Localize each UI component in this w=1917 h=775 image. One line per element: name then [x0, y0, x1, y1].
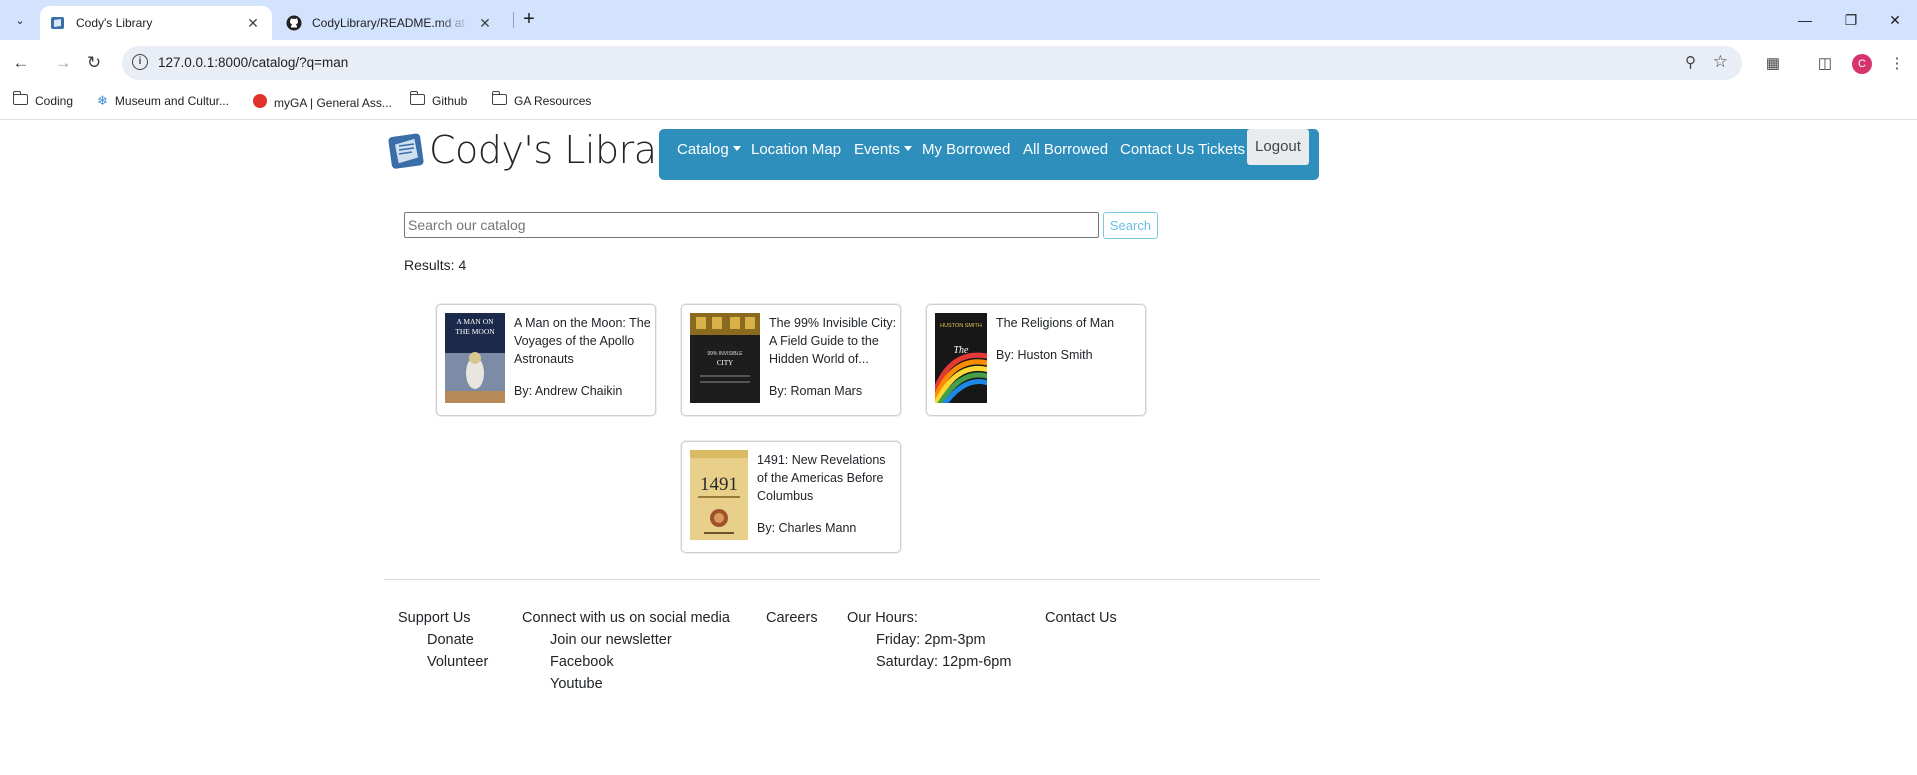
side-panel-icon[interactable]: ◫ — [1814, 52, 1836, 74]
tab-separator — [513, 12, 514, 28]
tab-search-chevron-icon[interactable]: ⌄ — [8, 9, 32, 31]
reload-icon[interactable]: ↻ — [83, 52, 105, 74]
extensions-puzzle-icon[interactable]: ▦ — [1762, 52, 1784, 74]
nav-catalog-dropdown[interactable]: Catalog — [677, 141, 741, 158]
tab-codys-library[interactable]: Cody's Library ✕ — [40, 6, 272, 40]
book-cover-image: 99% INVISIBLE CITY — [690, 313, 760, 403]
back-arrow-icon[interactable]: ← — [10, 52, 32, 74]
bookmark-label: Coding — [35, 94, 74, 108]
book-title[interactable]: A Man on the Moon: The Voyages of the Ap… — [514, 314, 652, 368]
logout-button[interactable]: Logout — [1247, 129, 1309, 165]
book-author: By: Huston Smith — [996, 348, 1093, 362]
book-cover-image: A MAN ON THE MOON — [445, 313, 505, 403]
close-tab-icon[interactable]: ✕ — [244, 14, 262, 32]
tab-title: Cody's Library — [76, 16, 153, 30]
folder-icon — [409, 91, 425, 108]
close-tab-icon[interactable]: ✕ — [476, 14, 494, 32]
bookmark-label: GA Resources — [514, 94, 592, 108]
bookmark-ga-resources[interactable]: GA Resources — [491, 91, 592, 108]
snowflake-icon: ❄ — [97, 93, 108, 108]
nav-contact-us-tickets[interactable]: Contact Us Tickets — [1120, 141, 1245, 158]
library-logo-icon[interactable] — [387, 131, 427, 171]
svg-text:HUSTON SMITH: HUSTON SMITH — [940, 323, 982, 329]
site-title[interactable]: Cody's Library — [429, 128, 694, 172]
github-icon — [286, 15, 302, 31]
search-button[interactable]: Search — [1103, 212, 1158, 239]
bookmark-myga[interactable]: myGA | General Ass... — [253, 94, 392, 111]
book-author: By: Roman Mars — [769, 384, 863, 398]
bookmark-star-icon[interactable]: ☆ — [1713, 52, 1728, 72]
site-info-icon[interactable]: i — [132, 54, 148, 70]
browser-tabstrip: ⌄ Cody's Library ✕ CodyLibrary/README.md… — [0, 0, 1917, 40]
svg-text:THE MOON: THE MOON — [455, 327, 495, 336]
book-author: By: Andrew Chaikin — [514, 384, 623, 398]
new-tab-plus-icon[interactable]: + — [518, 9, 540, 31]
svg-text:CITY: CITY — [717, 359, 733, 367]
book-author: By: Charles Mann — [757, 521, 857, 535]
footer-hours-friday: Friday: 2pm-3pm — [876, 632, 986, 648]
library-favicon-icon — [51, 17, 64, 29]
book-card[interactable]: A MAN ON THE MOON A Man on the Moon: The… — [436, 304, 656, 416]
zoom-icon[interactable]: ⚲ — [1685, 53, 1696, 71]
bookmark-label: myGA | General Ass... — [274, 95, 392, 110]
footer-volunteer-link[interactable]: Volunteer — [427, 654, 488, 670]
address-url[interactable]: 127.0.0.1:8000/catalog/?q=man — [158, 55, 348, 70]
bookmark-coding[interactable]: Coding — [12, 91, 74, 108]
footer-support-heading[interactable]: Support Us — [398, 610, 471, 626]
footer-facebook-link[interactable]: Facebook — [550, 654, 614, 670]
bookmark-github[interactable]: Github — [409, 91, 468, 108]
book-cover-image: 1491 — [690, 450, 748, 540]
bookmark-label: Museum and Cultur... — [114, 94, 229, 108]
results-count: Results: 4 — [404, 257, 467, 273]
svg-text:99% INVISIBLE: 99% INVISIBLE — [707, 351, 743, 357]
bookmark-museum[interactable]: ❄ Museum and Cultur... — [97, 93, 229, 109]
book-title[interactable]: The Religions of Man — [996, 314, 1142, 332]
nav-all-borrowed[interactable]: All Borrowed — [1023, 141, 1108, 158]
catalog-search-input[interactable] — [404, 212, 1099, 238]
svg-text:A MAN ON: A MAN ON — [456, 317, 494, 326]
minimize-icon[interactable]: — — [1782, 8, 1828, 32]
menu-kebab-icon[interactable]: ⋮ — [1886, 52, 1908, 74]
footer-divider — [384, 579, 1320, 580]
footer-social-heading: Connect with us on social media — [522, 610, 730, 626]
footer-donate-link[interactable]: Donate — [427, 632, 474, 648]
restore-icon[interactable]: ❐ — [1828, 8, 1874, 32]
tab-github-readme[interactable]: CodyLibrary/README.md at main ✕ — [276, 6, 504, 40]
folder-icon — [12, 91, 28, 108]
book-card[interactable]: 99% INVISIBLE CITY The 99% Invisible Cit… — [681, 304, 901, 416]
browser-toolbar: ← → ↻ i 127.0.0.1:8000/catalog/?q=man ⚲ … — [0, 40, 1917, 86]
tab-title: CodyLibrary/README.md at main — [312, 16, 470, 30]
footer-youtube-link[interactable]: Youtube — [550, 676, 603, 692]
folder-icon — [491, 91, 507, 108]
book-card[interactable]: 1491 1491: New Revelations of the Americ… — [681, 441, 901, 553]
main-navbar: Catalog Location Map Events My Borrowed … — [659, 129, 1319, 180]
profile-avatar[interactable]: C — [1852, 54, 1872, 74]
book-cover-image: HUSTON SMITH The — [935, 313, 987, 403]
nav-events-dropdown[interactable]: Events — [854, 141, 912, 158]
book-title[interactable]: 1491: New Revelations of the Americas Be… — [757, 451, 897, 505]
svg-text:1491: 1491 — [700, 474, 738, 495]
bookmarks-bar: Coding ❄ Museum and Cultur... myGA | Gen… — [0, 86, 1917, 120]
ga-icon — [253, 94, 267, 111]
address-bar[interactable]: i 127.0.0.1:8000/catalog/?q=man ⚲ ☆ — [122, 46, 1742, 80]
svg-text:The: The — [954, 345, 970, 356]
footer-hours-heading: Our Hours: — [847, 610, 918, 626]
footer-careers-link[interactable]: Careers — [766, 610, 818, 626]
footer-contact-link[interactable]: Contact Us — [1045, 610, 1117, 626]
footer-hours-saturday: Saturday: 12pm-6pm — [876, 654, 1012, 670]
book-title[interactable]: The 99% Invisible City: A Field Guide to… — [769, 314, 897, 368]
book-card[interactable]: HUSTON SMITH The The Religions of Man By… — [926, 304, 1146, 416]
bookmark-label: Github — [432, 94, 468, 108]
nav-my-borrowed[interactable]: My Borrowed — [922, 141, 1010, 158]
close-window-icon[interactable]: ✕ — [1872, 8, 1917, 32]
forward-arrow-icon[interactable]: → — [52, 52, 74, 74]
footer-newsletter-link[interactable]: Join our newsletter — [550, 632, 672, 648]
nav-location-map[interactable]: Location Map — [751, 141, 841, 158]
